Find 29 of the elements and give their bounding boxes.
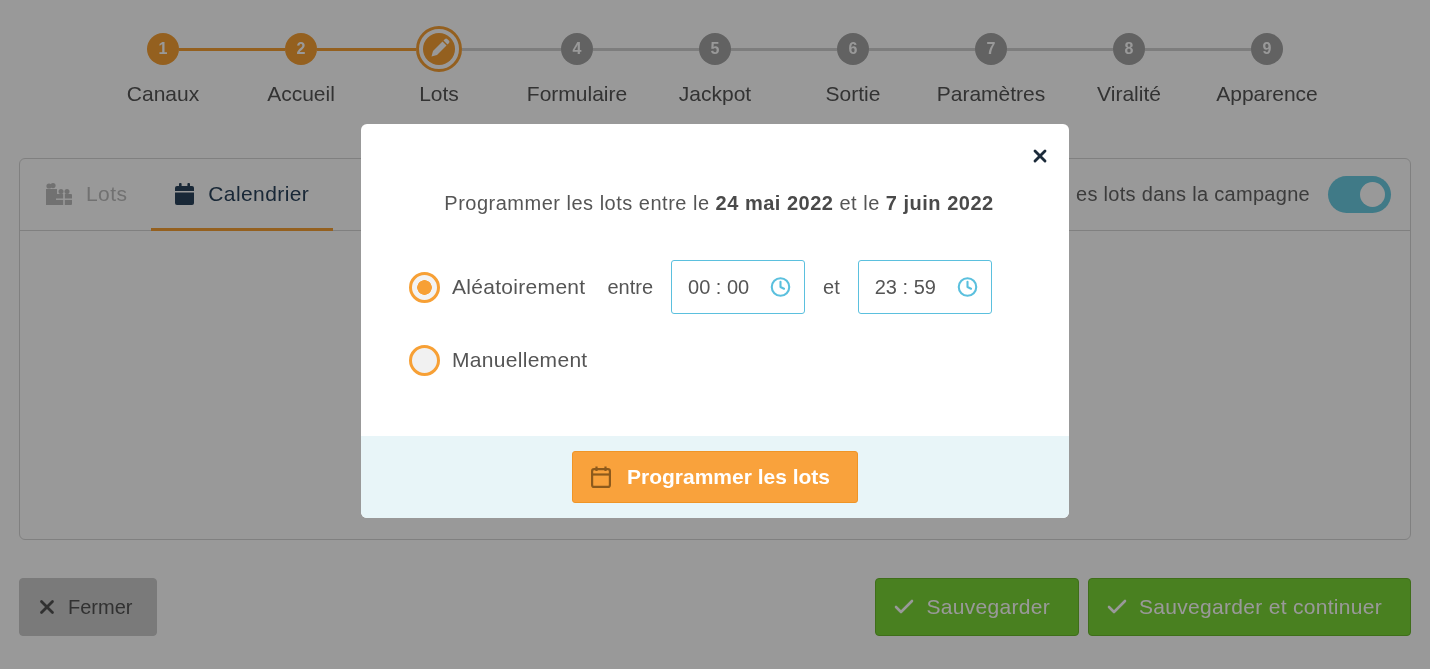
toggle-label: es lots dans la campagne <box>1076 183 1310 206</box>
step-number: 2 <box>285 33 317 65</box>
step-label: Lots <box>418 82 460 106</box>
clock-icon[interactable] <box>770 276 792 298</box>
step-label: Canaux <box>125 82 201 106</box>
close-button[interactable]: Fermer <box>19 578 158 636</box>
modal-title: Programmer les lots entre le 24 mai 2022 et le 7 juin 2022 <box>443 191 995 216</box>
range-label: entre <box>607 275 654 299</box>
step-label: Sortie <box>824 82 882 106</box>
calendar-icon <box>175 182 195 205</box>
step-label: Viralité <box>1096 82 1162 106</box>
calendar-icon <box>590 466 611 488</box>
step-label: Jackpot <box>677 82 753 106</box>
toggle-switch[interactable] <box>1328 176 1391 213</box>
radio-button[interactable] <box>409 271 440 303</box>
step-label: Apparence <box>1215 82 1319 106</box>
gift-icon <box>45 182 72 205</box>
tab[interactable]: Calendrier <box>151 159 334 231</box>
option-label[interactable]: Manuellement <box>452 348 588 372</box>
step-label: Formulaire <box>525 82 629 106</box>
time-field[interactable]: 00 : 00 <box>671 260 806 314</box>
step-label: Paramètres <box>935 82 1047 106</box>
option-label[interactable]: Aléatoirement <box>452 275 586 299</box>
range-label: et <box>823 275 840 299</box>
step-number: 1 <box>147 33 179 65</box>
step-label: Accueil <box>266 82 336 106</box>
clock-icon[interactable] <box>956 276 978 298</box>
time-field[interactable]: 23 : 59 <box>857 260 992 314</box>
radio-button[interactable] <box>409 344 440 376</box>
